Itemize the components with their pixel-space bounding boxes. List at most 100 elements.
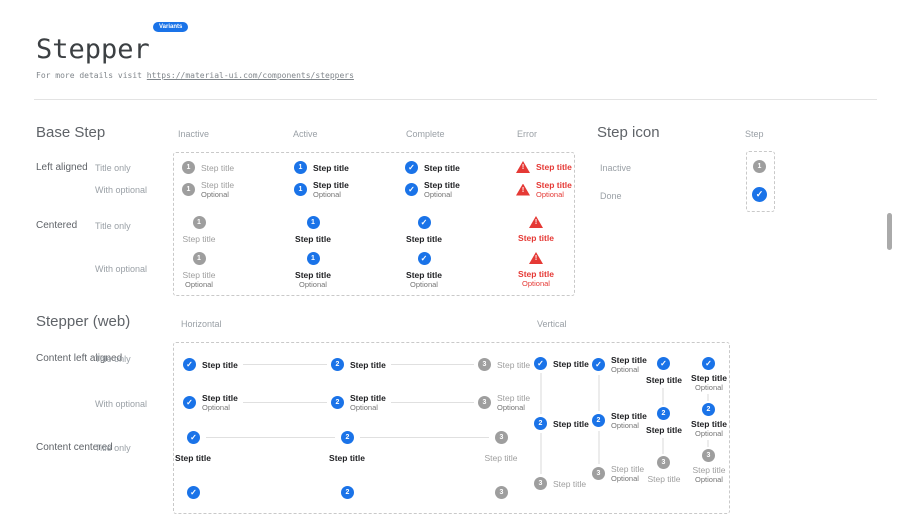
row-label-title-only: Title only — [95, 221, 131, 231]
step-number-icon: 2 — [341, 486, 354, 499]
step-inactive: 3 Step title — [534, 477, 586, 490]
row-label-with-optional: With optional — [95, 399, 147, 409]
row-label-with-optional: With optional — [95, 264, 147, 274]
step-title: Step title — [406, 270, 442, 280]
step-title: Step title — [497, 360, 530, 370]
connector-line — [598, 375, 600, 411]
subtitle-text: For more details visit — [36, 71, 142, 80]
step-number-icon: 2 — [702, 403, 715, 416]
scrollbar-thumb[interactable] — [887, 213, 892, 250]
step-number-icon: 1 — [753, 160, 766, 173]
step-number-icon: 2 — [657, 407, 670, 420]
step-number-icon: 1 — [294, 183, 307, 196]
column-header-horizontal: Horizontal — [181, 319, 222, 329]
section-heading-step-icon: Step icon — [597, 124, 660, 141]
step-number-icon: 3 — [495, 486, 508, 499]
step-title: Step title — [536, 162, 572, 172]
step-title: Step title — [313, 180, 349, 190]
step-number-icon: 2 — [534, 417, 547, 430]
step-optional: Optional — [313, 190, 349, 199]
step-active: 2 Step title — [331, 358, 386, 371]
check-icon: ✓ — [183, 396, 196, 409]
row-label-with-optional: With optional — [95, 185, 147, 195]
row-label-title-only: Title only — [95, 354, 131, 364]
step-title: Step title — [201, 180, 234, 190]
step-number-icon: 1 — [182, 183, 195, 196]
step-title: Step title — [350, 393, 386, 403]
step-inactive: 1 Step title — [182, 161, 234, 174]
error-icon: ! — [516, 161, 530, 173]
column-header-inactive: Inactive — [178, 129, 209, 139]
step-optional: Optional — [201, 190, 234, 199]
step-number-icon: 2 — [331, 358, 344, 371]
step-optional: Optional — [299, 280, 327, 289]
column-header-vertical: Vertical — [537, 319, 567, 329]
row-label-left-aligned: Left aligned — [36, 162, 88, 173]
step-complete: ✓ Step title — [405, 161, 460, 174]
check-icon: ✓ — [752, 187, 767, 202]
check-icon: ✓ — [592, 358, 605, 371]
step-number-icon: 1 — [307, 252, 320, 265]
check-icon: ✓ — [187, 431, 200, 444]
check-icon: ✓ — [405, 161, 418, 174]
step-number-icon: 3 — [478, 396, 491, 409]
step-number-icon: 1 — [193, 216, 206, 229]
step-title: Step title — [553, 359, 589, 369]
step-title: Step title — [313, 163, 349, 173]
step-number-icon: 2 — [341, 431, 354, 444]
material-ui-link[interactable]: https://material-ui.com/components/stepp… — [147, 71, 354, 80]
step-complete: ✓ Step title — [534, 357, 589, 370]
step-optional: Optional — [185, 280, 213, 289]
step-title: Step title — [182, 234, 215, 244]
step-number-icon: 3 — [495, 431, 508, 444]
column-header-error: Error — [517, 129, 537, 139]
step-inactive: 1 Step title Optional — [182, 180, 234, 199]
step-optional: Optional — [497, 403, 530, 412]
step-active: 2 Step title Optional — [331, 393, 386, 412]
step-number-icon: 3 — [657, 456, 670, 469]
step-title: Step title — [202, 360, 238, 370]
step-title: Step title — [295, 270, 331, 280]
connector-line — [243, 402, 327, 403]
column-header-complete: Complete — [406, 129, 445, 139]
column-header-active: Active — [293, 129, 318, 139]
connector-line — [707, 394, 709, 401]
variants-badge: Variants — [153, 22, 188, 32]
connector-line — [391, 402, 474, 403]
step-number-icon: 3 — [702, 449, 715, 462]
check-icon: ✓ — [657, 357, 670, 370]
step-title: Step title — [679, 419, 739, 429]
step-title: Step title — [518, 269, 554, 279]
row-label-centered: Centered — [36, 220, 77, 231]
step-title: Step title — [295, 234, 331, 244]
step-optional: Optional — [536, 190, 572, 199]
connector-line — [662, 388, 664, 405]
step-title: Step title — [611, 411, 647, 421]
row-label-inactive: Inactive — [600, 163, 631, 173]
step-title: Step title — [553, 419, 589, 429]
row-label-title-only: Title only — [95, 443, 131, 453]
step-number-icon: 2 — [592, 414, 605, 427]
step-title: Step title — [497, 393, 530, 403]
connector-line — [540, 433, 542, 474]
step-optional: Optional — [410, 280, 438, 289]
step-title: Step title — [424, 180, 460, 190]
step-complete: ✓ Step title — [183, 358, 238, 371]
step-title: Step title — [182, 270, 215, 280]
step-title: Step title — [536, 180, 572, 190]
step-number-icon: 1 — [307, 216, 320, 229]
error-icon: ! — [516, 184, 530, 196]
error-icon: ! — [529, 216, 543, 228]
step-title: Step title — [406, 234, 442, 244]
column-header-step: Step — [745, 129, 764, 139]
step-inactive: 3 Step title Optional — [478, 393, 530, 412]
step-number-icon: 3 — [478, 358, 491, 371]
connector-line — [206, 437, 335, 438]
check-icon: ✓ — [418, 216, 431, 229]
step-optional: Optional — [350, 403, 386, 412]
step-title: Step title — [611, 355, 647, 365]
step-number-icon: 3 — [534, 477, 547, 490]
check-icon: ✓ — [405, 183, 418, 196]
step-title: Step title — [163, 453, 223, 463]
connector-line — [360, 437, 489, 438]
